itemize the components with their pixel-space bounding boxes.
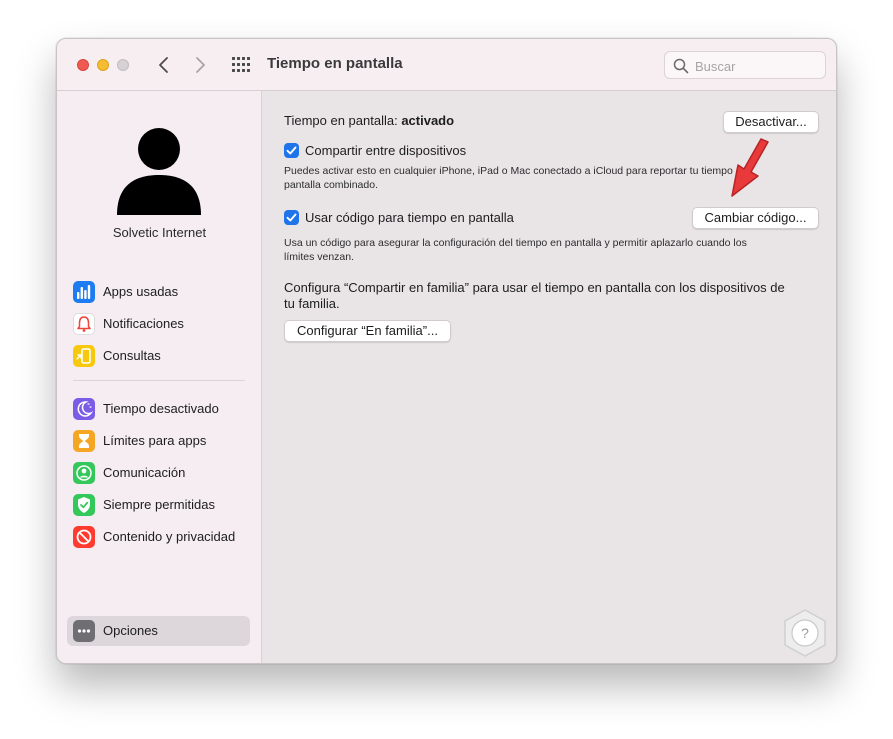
sidebar-item-label: Comunicación	[103, 465, 186, 480]
use-passcode-label: Usar código para tiempo en pantalla	[305, 210, 514, 225]
deactivate-button[interactable]: Desactivar...	[723, 111, 819, 133]
user-name: Solvetic Internet	[112, 225, 207, 240]
checkmark-shield-icon	[73, 494, 95, 516]
passcode-desc-line1: Usa un código para asegurar la configura…	[284, 237, 747, 249]
svg-text:?: ?	[801, 625, 809, 641]
show-all-button[interactable]	[231, 56, 251, 74]
downtime-icon	[73, 398, 95, 420]
share-desc-line2: pantalla combinado.	[284, 179, 378, 191]
sidebar-item-consultas[interactable]: Consultas	[67, 341, 250, 371]
family-desc-line2: tu familia.	[284, 296, 340, 311]
chevron-left-icon	[159, 57, 168, 73]
window-title: Tiempo en pantalla	[267, 55, 403, 72]
share-desc-line1: Puedes activar esto en cualquier iPhone,…	[284, 165, 748, 177]
system-preferences-window: Tiempo en pantalla Solvetic Internet App…	[56, 38, 837, 664]
forward-button[interactable]	[188, 53, 212, 77]
sidebar-item-label: Notificaciones	[103, 316, 184, 331]
screen-time-status: Tiempo en pantalla: activado	[284, 113, 454, 128]
chevron-right-icon	[196, 57, 205, 73]
passcode-desc-line2: límites venzan.	[284, 251, 355, 263]
bell-icon	[73, 313, 95, 335]
configure-family-button[interactable]: Configurar “En familia”...	[284, 320, 451, 342]
user-avatar-icon	[117, 128, 201, 215]
passcode-description: Usa un código para asegurar la configura…	[284, 236, 747, 264]
sidebar-item-opciones[interactable]: Opciones	[67, 616, 250, 646]
checkmark-icon	[286, 213, 297, 222]
use-passcode-checkbox[interactable]	[284, 210, 299, 225]
back-button[interactable]	[152, 53, 176, 77]
zoom-window-button[interactable]	[117, 59, 129, 71]
share-devices-description: Puedes activar esto en cualquier iPhone,…	[284, 164, 747, 192]
share-devices-label: Compartir entre dispositivos	[305, 143, 467, 158]
sidebar-item-contenido-y-privacidad[interactable]: Contenido y privacidad	[67, 522, 250, 552]
family-description: Configura “Compartir en familia” para us…	[284, 280, 785, 312]
sidebar-item-label: Contenido y privacidad	[103, 529, 236, 544]
sidebar-item-comunicacion[interactable]: Comunicación	[67, 458, 250, 488]
share-devices-checkbox[interactable]	[284, 143, 299, 158]
phone-pickup-icon	[73, 345, 95, 367]
minimize-window-button[interactable]	[97, 59, 109, 71]
family-desc-line1: Configura “Compartir en familia” para us…	[284, 280, 785, 295]
grid-icon	[232, 57, 250, 72]
sidebar-item-label: Siempre permitidas	[103, 497, 215, 512]
sidebar-item-siempre-permitidas[interactable]: Siempre permitidas	[67, 490, 250, 520]
status-prefix: Tiempo en pantalla:	[284, 113, 402, 128]
more-options-icon	[73, 620, 95, 642]
sidebar-item-limites-para-apps[interactable]: Límites para apps	[67, 426, 250, 456]
sidebar-item-tiempo-desactivado[interactable]: Tiempo desactivado	[67, 394, 250, 424]
sidebar-item-label: Apps usadas	[103, 284, 179, 299]
sidebar-item-notificaciones[interactable]: Notificaciones	[67, 309, 250, 339]
hourglass-icon	[73, 430, 95, 452]
sidebar-item-apps-usadas[interactable]: Apps usadas	[67, 277, 250, 307]
title-bar: Tiempo en pantalla	[57, 39, 836, 91]
close-window-button[interactable]	[77, 59, 89, 71]
no-entry-icon	[73, 526, 95, 548]
search-icon	[673, 58, 689, 74]
sidebar: Solvetic Internet Apps usadas Notificaci…	[57, 91, 262, 663]
help-watermark-icon: ?	[784, 609, 826, 657]
sidebar-item-label: Tiempo desactivado	[103, 401, 219, 416]
change-code-button[interactable]: Cambiar código...	[692, 207, 819, 229]
checkmark-icon	[286, 146, 297, 155]
contact-icon	[73, 462, 95, 484]
search-input[interactable]	[695, 56, 820, 76]
red-arrow-annotation-icon	[731, 138, 769, 197]
sidebar-item-label: Consultas	[103, 348, 161, 363]
sidebar-separator	[73, 380, 245, 381]
sidebar-item-label: Límites para apps	[103, 433, 207, 448]
bar-chart-icon	[73, 281, 95, 303]
sidebar-item-label: Opciones	[103, 623, 158, 638]
search-field[interactable]	[664, 51, 826, 79]
status-value: activado	[401, 113, 455, 128]
